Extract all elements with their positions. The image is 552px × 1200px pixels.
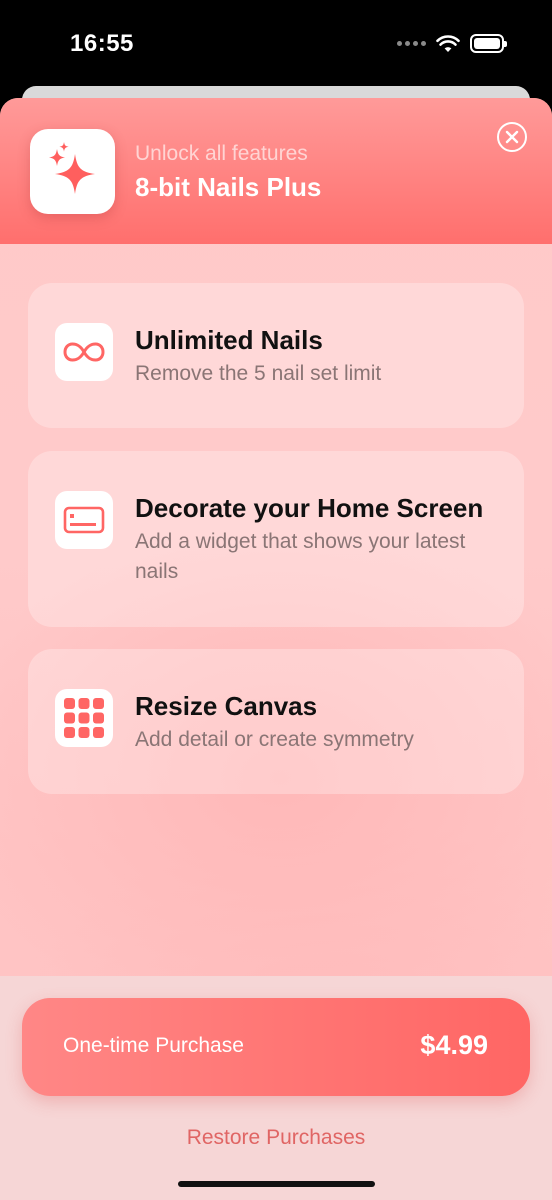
sparkles-icon [48,141,95,194]
feature-card-resize-canvas: Resize Canvas Add detail or create symme… [28,649,524,794]
close-button[interactable] [497,122,527,152]
cellular-signal-icon [397,41,426,46]
wifi-icon [436,34,460,52]
feature-card-unlimited-nails: Unlimited Nails Remove the 5 nail set li… [28,283,524,428]
restore-purchases-link[interactable]: Restore Purchases [0,1126,552,1150]
purchase-price: $4.99 [420,1030,488,1060]
grid-icon [64,698,104,738]
status-bar: 16:55 [0,0,552,92]
feature-title: Resize Canvas [135,691,318,721]
battery-icon [470,34,507,53]
feature-description: Add a widget that shows your latest nail… [135,530,466,583]
feature-icon-box [55,689,113,747]
status-time: 16:55 [70,30,134,57]
close-icon [505,130,519,144]
header-subtitle: Unlock all features [135,142,308,165]
feature-icon-box [55,323,113,381]
feature-description: Add detail or create symmetry [135,728,414,751]
widget-icon [63,506,105,534]
feature-description: Remove the 5 nail set limit [135,362,382,385]
status-indicators [397,34,507,53]
infinity-icon [63,342,105,362]
paywall-sheet: Unlock all features 8-bit Nails Plus Unl… [0,98,552,1200]
purchase-button[interactable]: One-time Purchase $4.99 [22,998,530,1096]
purchase-footer: One-time Purchase $4.99 Restore Purchase… [0,976,552,1200]
feature-title: Decorate your Home Screen [135,493,484,523]
home-indicator[interactable] [178,1181,375,1187]
header-title: 8-bit Nails Plus [135,172,322,202]
app-icon [30,129,115,214]
feature-title: Unlimited Nails [135,325,323,355]
feature-card-home-screen: Decorate your Home Screen Add a widget t… [28,451,524,627]
feature-icon-box [55,491,113,549]
paywall-header: Unlock all features 8-bit Nails Plus [0,98,552,244]
purchase-label: One-time Purchase [63,1034,244,1057]
